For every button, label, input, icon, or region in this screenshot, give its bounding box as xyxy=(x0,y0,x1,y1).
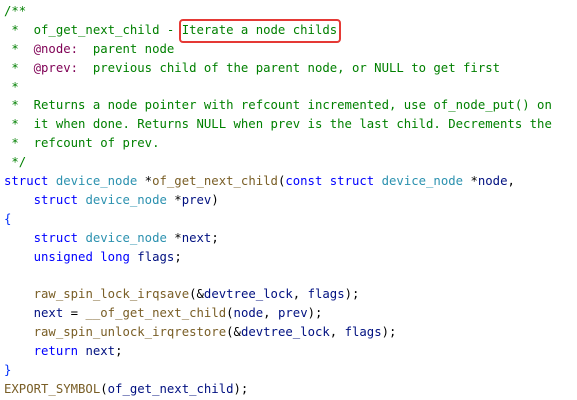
code-token: struct xyxy=(33,230,79,245)
code-token: , xyxy=(507,174,515,189)
code-line: * @prev: previous child of the parent no… xyxy=(4,59,577,78)
code-token: flags xyxy=(344,325,382,340)
code-token: = xyxy=(63,306,86,321)
code-line: * it when done. Returns NULL when prev i… xyxy=(4,115,577,134)
code-token: node xyxy=(233,306,264,321)
code-token: flags xyxy=(307,287,345,302)
code-line: * xyxy=(4,78,577,97)
code-line: { xyxy=(4,210,577,229)
code-token: ; xyxy=(115,344,123,359)
code-token: * xyxy=(137,174,153,189)
code-token: * Returns a node pointer with refcount i… xyxy=(4,98,552,113)
code-token: of_get_next_child xyxy=(152,174,278,189)
code-token: (& xyxy=(226,325,241,340)
code-line: * refcount of prev. xyxy=(4,134,577,153)
code-token: EXPORT_SYMBOL xyxy=(4,381,101,396)
code-token: return xyxy=(33,344,79,359)
code-token: (& xyxy=(189,287,204,302)
code-token: { xyxy=(4,211,12,226)
code-token: */ xyxy=(4,155,27,170)
code-token: , xyxy=(263,306,278,321)
code-token: unsigned xyxy=(33,249,93,264)
code-line: next = __of_get_next_child(node, prev); xyxy=(4,304,577,323)
code-line: } xyxy=(4,361,577,380)
code-token: * of_get_next_child - xyxy=(4,22,182,37)
code-token: } xyxy=(4,362,12,377)
code-line: raw_spin_unlock_irqrestore(&devtree_lock… xyxy=(4,323,577,342)
code-token: const xyxy=(285,174,323,189)
code-token: * refcount of prev. xyxy=(4,136,160,151)
code-token: * it when done. Returns NULL when prev i… xyxy=(4,117,552,132)
code-token: devtree_lock xyxy=(203,287,293,302)
highlighted-summary: Iterate a node childs xyxy=(178,18,342,43)
code-token: parent node xyxy=(78,41,175,56)
code-token: flags xyxy=(137,249,175,264)
code-token: ; xyxy=(174,249,182,264)
code-token: device_node xyxy=(381,174,464,189)
code-line: struct device_node *prev) xyxy=(4,191,577,210)
code-token: devtree_lock xyxy=(240,325,330,340)
code-token: struct xyxy=(4,174,49,189)
code-editor: /** * of_get_next_child - Iterate a node… xyxy=(4,2,577,399)
code-token: prev xyxy=(181,192,212,207)
code-token: /** xyxy=(4,4,27,18)
code-line: raw_spin_lock_irqsave(&devtree_lock, fla… xyxy=(4,285,577,304)
code-line: */ xyxy=(4,153,577,172)
code-token: @prev: xyxy=(33,60,79,75)
code-token: ( xyxy=(226,306,234,321)
code-line: /** xyxy=(4,2,577,21)
code-token: * xyxy=(4,79,19,94)
code-token: * xyxy=(166,230,182,245)
code-token: * xyxy=(4,60,34,75)
code-line: * of_get_next_child - Iterate a node chi… xyxy=(4,18,577,43)
code-token: device_node xyxy=(85,192,167,207)
code-token: long xyxy=(100,249,130,264)
code-line: EXPORT_SYMBOL(of_get_next_child); xyxy=(4,380,577,399)
code-token: device_node xyxy=(55,174,138,189)
code-token: __of_get_next_child xyxy=(85,306,227,321)
code-token: device_node xyxy=(85,230,167,245)
code-token: raw_spin_unlock_irqrestore xyxy=(33,325,227,340)
code-token: ( xyxy=(100,381,108,396)
code-token: struct xyxy=(33,192,79,207)
code-line: * @node: parent node xyxy=(4,40,577,59)
code-token: , xyxy=(292,287,308,302)
code-token: node xyxy=(477,174,508,189)
code-token: raw_spin_lock_irqsave xyxy=(33,287,190,302)
code-line: * Returns a node pointer with refcount i… xyxy=(4,96,577,115)
code-token: * xyxy=(166,192,182,207)
code-token: ); xyxy=(233,381,249,396)
code-token: , xyxy=(329,325,345,340)
code-token: prev xyxy=(277,306,308,321)
code-token: struct xyxy=(329,174,375,189)
code-line: return next; xyxy=(4,342,577,361)
code-line: struct device_node *of_get_next_child(co… xyxy=(4,172,577,191)
code-line: struct device_node *next; xyxy=(4,229,577,248)
code-token: next xyxy=(85,344,116,359)
code-token: * xyxy=(463,174,478,189)
code-token: ); xyxy=(307,306,323,321)
code-token: ); xyxy=(381,325,397,340)
code-line: unsigned long flags; xyxy=(4,248,577,267)
code-token: previous child of the parent node, or NU… xyxy=(78,60,501,75)
code-token: @node: xyxy=(33,41,79,56)
code-token: * xyxy=(4,41,34,56)
code-token: next xyxy=(181,230,212,245)
code-token: next xyxy=(33,306,64,321)
code-token: of_get_next_child xyxy=(107,381,234,396)
code-token: ) xyxy=(211,192,219,207)
code-token: ); xyxy=(344,287,360,302)
code-token: ; xyxy=(211,230,219,245)
